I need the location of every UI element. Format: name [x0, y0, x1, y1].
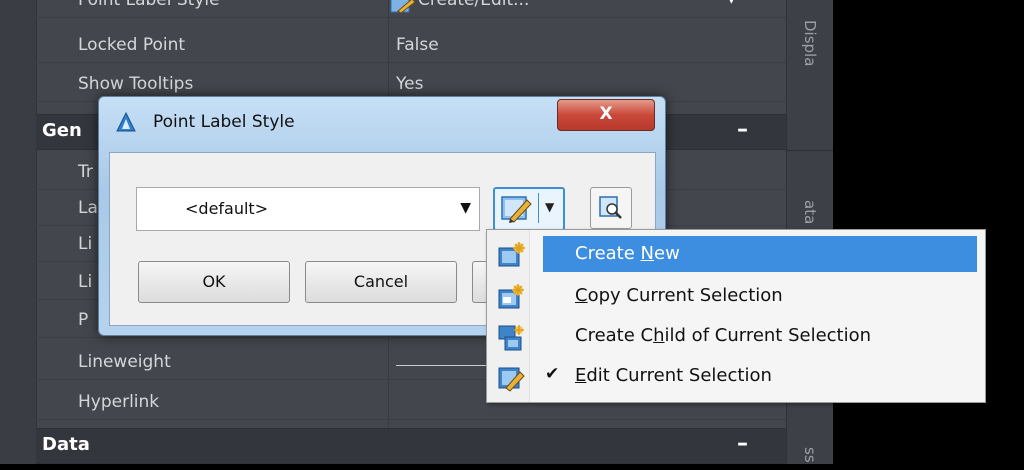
- section-header-data[interactable]: Data –: [36, 428, 786, 464]
- collapse-icon[interactable]: –: [737, 431, 748, 456]
- property-label: Show Tooltips: [78, 74, 194, 94]
- cancel-button[interactable]: Cancel: [305, 261, 457, 303]
- zoom-preview-icon: [599, 196, 622, 219]
- menu-item-copy-current-selection[interactable]: Copy Current Selection: [489, 276, 981, 316]
- menu-item-label: Create Child of Current Selection: [575, 325, 872, 346]
- tab-display[interactable]: Displa: [787, 8, 833, 78]
- property-label: P: [78, 310, 89, 330]
- property-label: Hyperlink: [78, 392, 160, 412]
- section-title: Gen: [42, 120, 82, 141]
- style-select-value: <default>: [185, 199, 269, 218]
- property-row-point-label-style[interactable]: Point Label Style Create/Edit... ▼: [36, 0, 786, 18]
- menu-item-label: Copy Current Selection: [575, 285, 783, 306]
- dropdown-arrow-icon[interactable]: ▼: [726, 0, 737, 6]
- chevron-down-icon[interactable]: ▼: [460, 200, 471, 216]
- tab-divider: [787, 150, 833, 151]
- collapse-icon[interactable]: –: [737, 117, 748, 142]
- palette-left-strip: [0, 0, 37, 464]
- menu-item-create-child[interactable]: Create Child of Current Selection: [489, 316, 981, 356]
- tab-misc[interactable]: ss: [787, 440, 833, 470]
- section-title: Data: [42, 434, 90, 455]
- edit-options-menu: Create New Copy Current Selection Create…: [486, 229, 986, 403]
- create-new-icon: [498, 242, 525, 267]
- ok-button[interactable]: OK: [138, 261, 290, 303]
- property-label: Point Label Style: [78, 0, 220, 10]
- tab-data[interactable]: ata: [787, 190, 833, 234]
- edit-style-icon: [390, 0, 416, 14]
- menu-item-label: Create New: [575, 243, 680, 264]
- property-row-locked-point[interactable]: Locked Point False: [36, 31, 786, 63]
- chevron-down-icon[interactable]: ▼: [545, 200, 554, 214]
- property-label: Li: [78, 234, 93, 254]
- property-label: Tr: [78, 162, 93, 182]
- autocad-logo-icon: [116, 112, 136, 132]
- split-divider: [538, 193, 539, 223]
- checkmark-icon: ✔: [545, 364, 560, 384]
- edit-selection-icon: [498, 367, 525, 392]
- create-child-icon: [498, 325, 524, 351]
- property-value: Create/Edit...: [418, 0, 530, 10]
- preview-button[interactable]: [590, 187, 632, 229]
- property-label: Locked Point: [78, 35, 186, 55]
- menu-item-label: Edit Current Selection: [575, 365, 772, 386]
- property-label: Li: [78, 272, 93, 292]
- property-value: Yes: [396, 74, 424, 94]
- edit-style-split-button[interactable]: ▼: [493, 187, 565, 231]
- property-value: False: [396, 35, 439, 55]
- edit-style-icon[interactable]: [500, 193, 534, 223]
- property-label: La: [78, 198, 98, 218]
- menu-item-create-new[interactable]: Create New: [489, 234, 981, 274]
- menu-item-edit-current-selection[interactable]: ✔ Edit Current Selection: [489, 356, 981, 396]
- property-label: Lineweight: [78, 352, 171, 372]
- copy-selection-icon: [498, 284, 524, 309]
- style-select[interactable]: <default> ▼: [136, 187, 480, 231]
- dialog-title: Point Label Style: [153, 112, 295, 132]
- close-button[interactable]: X: [557, 99, 655, 131]
